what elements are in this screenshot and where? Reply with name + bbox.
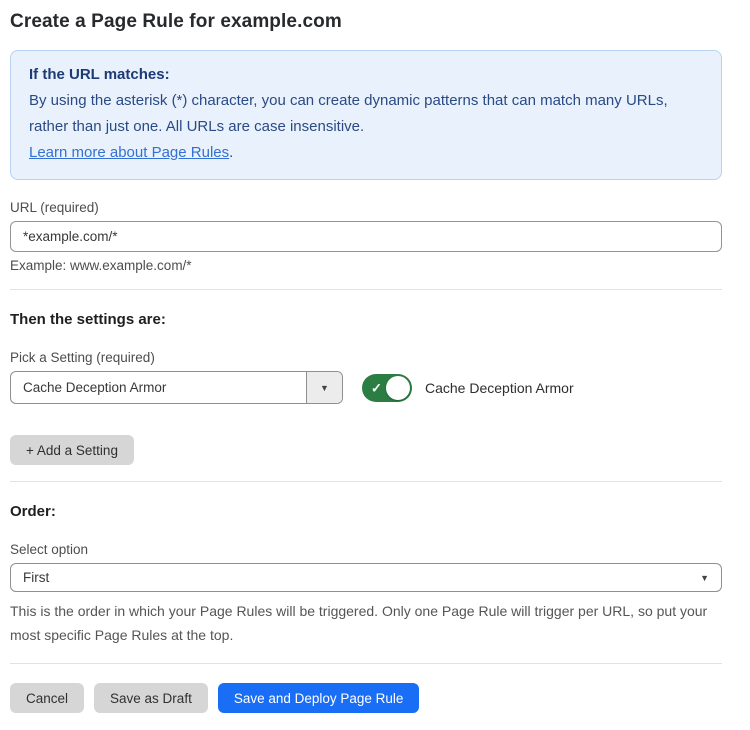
form-actions: Cancel Save as Draft Save and Deploy Pag… bbox=[10, 683, 722, 730]
link-suffix: . bbox=[229, 144, 233, 161]
divider bbox=[10, 289, 722, 290]
setting-picker-label: Pick a Setting (required) bbox=[10, 350, 722, 365]
page-rule-form: Create a Page Rule for example.com If th… bbox=[10, 0, 722, 730]
learn-more-link[interactable]: Learn more about Page Rules bbox=[29, 144, 229, 161]
info-box-heading: If the URL matches: bbox=[29, 62, 703, 88]
settings-section-heading: Then the settings are: bbox=[10, 311, 722, 328]
order-section-heading: Order: bbox=[10, 503, 722, 520]
order-select-label: Select option bbox=[10, 542, 722, 557]
order-select[interactable]: First ▼ bbox=[10, 563, 722, 592]
url-field-label: URL (required) bbox=[10, 200, 722, 215]
setting-select[interactable]: Cache Deception Armor ▼ bbox=[10, 371, 343, 404]
add-setting-button[interactable]: + Add a Setting bbox=[10, 435, 134, 465]
divider bbox=[10, 663, 722, 664]
url-match-info-box: If the URL matches: By using the asteris… bbox=[10, 50, 722, 180]
page-title: Create a Page Rule for example.com bbox=[10, 11, 722, 33]
info-box-body: By using the asterisk (*) character, you… bbox=[29, 88, 703, 140]
save-deploy-button[interactable]: Save and Deploy Page Rule bbox=[218, 683, 420, 713]
order-select-value: First bbox=[23, 570, 700, 585]
cancel-button[interactable]: Cancel bbox=[10, 683, 84, 713]
setting-select-value: Cache Deception Armor bbox=[11, 372, 306, 403]
toggle-knob bbox=[386, 376, 410, 400]
setting-row: Cache Deception Armor ▼ ✓ Cache Deceptio… bbox=[10, 371, 722, 404]
divider bbox=[10, 481, 722, 482]
url-helper-text: Example: www.example.com/* bbox=[10, 258, 722, 273]
url-input[interactable] bbox=[10, 221, 722, 252]
order-helper-text: This is the order in which your Page Rul… bbox=[10, 599, 722, 647]
save-draft-button[interactable]: Save as Draft bbox=[94, 683, 208, 713]
setting-toggle[interactable]: ✓ bbox=[362, 374, 412, 402]
info-box-link-line: Learn more about Page Rules. bbox=[29, 140, 703, 166]
check-icon: ✓ bbox=[371, 381, 382, 394]
chevron-down-icon: ▼ bbox=[700, 573, 709, 583]
toggle-label: Cache Deception Armor bbox=[425, 380, 574, 396]
chevron-down-icon[interactable]: ▼ bbox=[306, 372, 342, 403]
